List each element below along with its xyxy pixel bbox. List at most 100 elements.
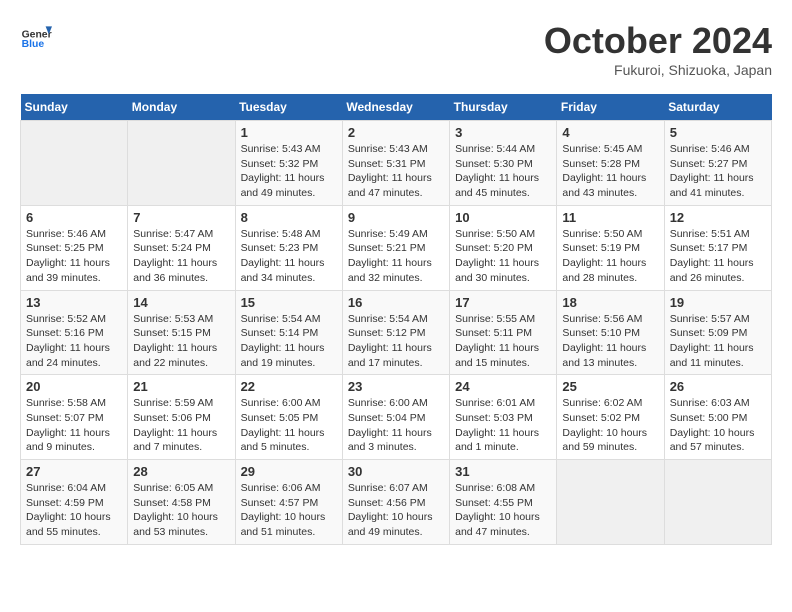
cell-info: Sunrise: 5:57 AMSunset: 5:09 PMDaylight:… <box>670 312 766 371</box>
weekday-header: Saturday <box>664 94 771 121</box>
day-number: 19 <box>670 295 766 310</box>
calendar-cell: 2 Sunrise: 5:43 AMSunset: 5:31 PMDaylight… <box>342 121 449 206</box>
calendar-cell: 6Sunrise: 5:46 AMSunset: 5:25 PMDaylight… <box>21 205 128 290</box>
calendar-cell: 1 Sunrise: 5:43 AMSunset: 5:32 PMDaylight… <box>235 121 342 206</box>
weekday-header: Monday <box>128 94 235 121</box>
day-number: 30 <box>348 464 444 479</box>
calendar-cell: 23Sunrise: 6:00 AMSunset: 5:04 PMDayligh… <box>342 375 449 460</box>
calendar-cell: 19 Sunrise: 5:57 AMSunset: 5:09 PMDayligh… <box>664 290 771 375</box>
day-number: 28 <box>133 464 229 479</box>
weekday-header: Tuesday <box>235 94 342 121</box>
calendar-cell: 14 Sunrise: 5:53 AMSunset: 5:15 PMDayligh… <box>128 290 235 375</box>
day-number: 26 <box>670 379 766 394</box>
calendar-cell <box>664 460 771 545</box>
calendar-cell: 22Sunrise: 6:00 AMSunset: 5:05 PMDayligh… <box>235 375 342 460</box>
calendar-cell: 25Sunrise: 6:02 AMSunset: 5:02 PMDayligh… <box>557 375 664 460</box>
day-number: 15 <box>241 295 337 310</box>
calendar-cell: 11 Sunrise: 5:50 AMSunset: 5:19 PMDayligh… <box>557 205 664 290</box>
calendar-cell: 3Sunrise: 5:44 AMSunset: 5:30 PMDaylight… <box>450 121 557 206</box>
cell-info: Sunrise: 6:06 AMSunset: 4:57 PMDaylight:… <box>241 481 337 540</box>
cell-info: Sunrise: 5:56 AMSunset: 5:10 PMDaylight:… <box>562 312 658 371</box>
day-number: 1 <box>241 125 337 140</box>
calendar-header: SundayMondayTuesdayWednesdayThursdayFrid… <box>21 94 772 121</box>
cell-info: Sunrise: 5:49 AMSunset: 5:21 PMDaylight:… <box>348 227 444 286</box>
cell-info: Sunrise: 5:55 AMSunset: 5:11 PMDaylight:… <box>455 312 551 371</box>
cell-info: Sunrise: 5:59 AMSunset: 5:06 PMDaylight:… <box>133 396 229 455</box>
calendar-cell: 5 Sunrise: 5:46 AMSunset: 5:27 PMDaylight… <box>664 121 771 206</box>
weekday-row: SundayMondayTuesdayWednesdayThursdayFrid… <box>21 94 772 121</box>
day-number: 2 <box>348 125 444 140</box>
calendar-cell: 26Sunrise: 6:03 AMSunset: 5:00 PMDayligh… <box>664 375 771 460</box>
cell-info: Sunrise: 5:46 AMSunset: 5:27 PMDaylight:… <box>670 142 766 201</box>
svg-text:Blue: Blue <box>22 39 45 50</box>
cell-info: Sunrise: 6:04 AMSunset: 4:59 PMDaylight:… <box>26 481 122 540</box>
calendar-cell: 8Sunrise: 5:48 AMSunset: 5:23 PMDaylight… <box>235 205 342 290</box>
cell-info: Sunrise: 5:50 AMSunset: 5:20 PMDaylight:… <box>455 227 551 286</box>
cell-info: Sunrise: 6:01 AMSunset: 5:03 PMDaylight:… <box>455 396 551 455</box>
cell-info: Sunrise: 5:53 AMSunset: 5:15 PMDaylight:… <box>133 312 229 371</box>
calendar-cell: 12 Sunrise: 5:51 AMSunset: 5:17 PMDayligh… <box>664 205 771 290</box>
day-number: 12 <box>670 210 766 225</box>
cell-info: Sunrise: 5:50 AMSunset: 5:19 PMDaylight:… <box>562 227 658 286</box>
calendar-cell <box>21 121 128 206</box>
day-number: 10 <box>455 210 551 225</box>
day-number: 31 <box>455 464 551 479</box>
page-header: General Blue October 2024 Fukuroi, Shizu… <box>20 20 772 78</box>
calendar-cell: 7Sunrise: 5:47 AMSunset: 5:24 PMDaylight… <box>128 205 235 290</box>
cell-info: Sunrise: 5:46 AMSunset: 5:25 PMDaylight:… <box>26 227 122 286</box>
calendar-cell: 30 Sunrise: 6:07 AMSunset: 4:56 PMDayligh… <box>342 460 449 545</box>
cell-info: Sunrise: 5:44 AMSunset: 5:30 PMDaylight:… <box>455 142 551 201</box>
day-number: 11 <box>562 210 658 225</box>
month-title: October 2024 <box>544 20 772 62</box>
cell-info: Sunrise: 6:08 AMSunset: 4:55 PMDaylight:… <box>455 481 551 540</box>
calendar-table: SundayMondayTuesdayWednesdayThursdayFrid… <box>20 94 772 545</box>
cell-info: Sunrise: 5:45 AMSunset: 5:28 PMDaylight:… <box>562 142 658 201</box>
calendar-week-row: 20 Sunrise: 5:58 AMSunset: 5:07 PMDayligh… <box>21 375 772 460</box>
cell-info: Sunrise: 5:43 AMSunset: 5:32 PMDaylight:… <box>241 142 337 201</box>
cell-info: Sunrise: 6:05 AMSunset: 4:58 PMDaylight:… <box>133 481 229 540</box>
calendar-cell: 29Sunrise: 6:06 AMSunset: 4:57 PMDayligh… <box>235 460 342 545</box>
cell-info: Sunrise: 5:54 AMSunset: 5:14 PMDaylight:… <box>241 312 337 371</box>
calendar-cell: 16 Sunrise: 5:54 AMSunset: 5:12 PMDayligh… <box>342 290 449 375</box>
logo-icon: General Blue <box>20 20 52 52</box>
calendar-cell <box>128 121 235 206</box>
calendar-week-row: 6Sunrise: 5:46 AMSunset: 5:25 PMDaylight… <box>21 205 772 290</box>
calendar-cell: 28 Sunrise: 6:05 AMSunset: 4:58 PMDayligh… <box>128 460 235 545</box>
weekday-header: Sunday <box>21 94 128 121</box>
calendar-cell: 20 Sunrise: 5:58 AMSunset: 5:07 PMDayligh… <box>21 375 128 460</box>
day-number: 20 <box>26 379 122 394</box>
day-number: 5 <box>670 125 766 140</box>
cell-info: Sunrise: 5:51 AMSunset: 5:17 PMDaylight:… <box>670 227 766 286</box>
day-number: 16 <box>348 295 444 310</box>
day-number: 21 <box>133 379 229 394</box>
cell-info: Sunrise: 6:07 AMSunset: 4:56 PMDaylight:… <box>348 481 444 540</box>
weekday-header: Friday <box>557 94 664 121</box>
calendar-cell: 15 Sunrise: 5:54 AMSunset: 5:14 PMDayligh… <box>235 290 342 375</box>
cell-info: Sunrise: 5:52 AMSunset: 5:16 PMDaylight:… <box>26 312 122 371</box>
cell-info: Sunrise: 5:43 AMSunset: 5:31 PMDaylight:… <box>348 142 444 201</box>
day-number: 13 <box>26 295 122 310</box>
calendar-cell: 31 Sunrise: 6:08 AMSunset: 4:55 PMDayligh… <box>450 460 557 545</box>
cell-info: Sunrise: 5:48 AMSunset: 5:23 PMDaylight:… <box>241 227 337 286</box>
calendar-cell: 21 Sunrise: 5:59 AMSunset: 5:06 PMDayligh… <box>128 375 235 460</box>
day-number: 27 <box>26 464 122 479</box>
location-subtitle: Fukuroi, Shizuoka, Japan <box>544 62 772 78</box>
day-number: 14 <box>133 295 229 310</box>
weekday-header: Wednesday <box>342 94 449 121</box>
calendar-cell <box>557 460 664 545</box>
calendar-cell: 9Sunrise: 5:49 AMSunset: 5:21 PMDaylight… <box>342 205 449 290</box>
calendar-cell: 13 Sunrise: 5:52 AMSunset: 5:16 PMDayligh… <box>21 290 128 375</box>
cell-info: Sunrise: 5:47 AMSunset: 5:24 PMDaylight:… <box>133 227 229 286</box>
cell-info: Sunrise: 6:02 AMSunset: 5:02 PMDaylight:… <box>562 396 658 455</box>
day-number: 18 <box>562 295 658 310</box>
cell-info: Sunrise: 6:00 AMSunset: 5:04 PMDaylight:… <box>348 396 444 455</box>
logo: General Blue <box>20 20 52 52</box>
calendar-week-row: 13 Sunrise: 5:52 AMSunset: 5:16 PMDayligh… <box>21 290 772 375</box>
calendar-body: 1 Sunrise: 5:43 AMSunset: 5:32 PMDaylight… <box>21 121 772 545</box>
cell-info: Sunrise: 5:58 AMSunset: 5:07 PMDaylight:… <box>26 396 122 455</box>
day-number: 17 <box>455 295 551 310</box>
calendar-cell: 27 Sunrise: 6:04 AMSunset: 4:59 PMDayligh… <box>21 460 128 545</box>
calendar-cell: 10 Sunrise: 5:50 AMSunset: 5:20 PMDayligh… <box>450 205 557 290</box>
calendar-week-row: 27 Sunrise: 6:04 AMSunset: 4:59 PMDayligh… <box>21 460 772 545</box>
cell-info: Sunrise: 5:54 AMSunset: 5:12 PMDaylight:… <box>348 312 444 371</box>
